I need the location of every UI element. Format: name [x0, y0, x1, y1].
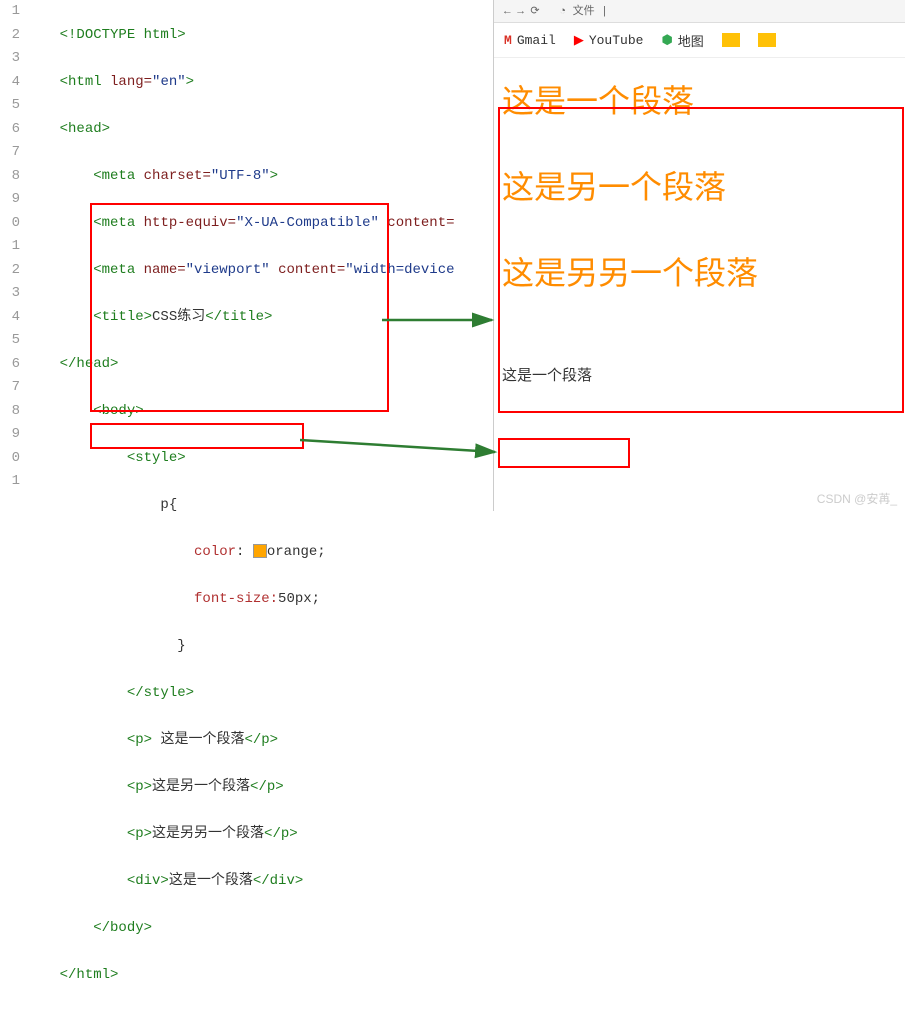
line-gutter: 123 456 789 012 345 678 901 — [0, 0, 26, 511]
color-swatch-icon — [253, 544, 267, 558]
bookmark-gmail[interactable]: MGmail — [504, 33, 556, 48]
code-editor: 123 456 789 012 345 678 901 <!DOCTYPE ht… — [0, 0, 490, 511]
paragraph-div: 这是一个段落 — [502, 364, 592, 385]
watermark: CSDN @安苒_ — [817, 490, 897, 507]
address-bar[interactable]: ← → ⟳ ◔ 文件 | — [494, 0, 905, 23]
browser-preview: ← → ⟳ ◔ 文件 | MGmail ▶YouTube ⬢地图 这是一个段落 … — [493, 0, 905, 511]
paragraph-3: 这是另另一个段落 — [502, 248, 758, 294]
bookmark-folder-icon[interactable] — [722, 33, 740, 47]
bookmarks-bar: MGmail ▶YouTube ⬢地图 — [494, 23, 905, 58]
paragraph-1: 这是一个段落 — [502, 76, 758, 122]
bookmark-map[interactable]: ⬢地图 — [661, 31, 703, 50]
bookmark-folder-icon[interactable] — [758, 33, 776, 47]
map-icon: ⬢ — [661, 33, 672, 48]
gmail-icon: M — [504, 33, 512, 48]
bookmark-youtube[interactable]: ▶YouTube — [574, 33, 644, 48]
code-area[interactable]: <!DOCTYPE html> <html lang="en"> <head> … — [26, 0, 490, 511]
page-content: 这是一个段落 这是另一个段落 这是另另一个段落 这是一个段落 — [502, 58, 758, 385]
youtube-icon: ▶ — [574, 33, 584, 48]
paragraph-2: 这是另一个段落 — [502, 162, 758, 208]
